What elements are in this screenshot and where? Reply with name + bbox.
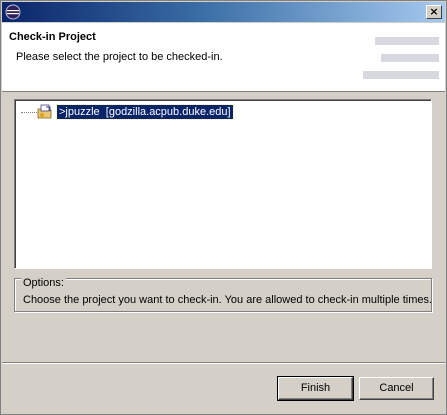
cancel-button[interactable]: Cancel	[359, 377, 434, 400]
button-separator	[2, 362, 445, 364]
options-group: Options: Choose the project you want to …	[14, 278, 432, 312]
options-description: Choose the project you want to check-in.…	[23, 294, 433, 306]
project-folder-icon	[37, 104, 52, 119]
options-legend: Options:	[21, 277, 66, 289]
wizard-banner-graphic	[363, 37, 439, 83]
header-message: Please select the project to be checked-…	[16, 51, 223, 63]
project-node-label[interactable]: >jpuzzle [godzilla.acpub.duke.edu]	[56, 104, 234, 120]
tree-connector-line	[21, 112, 37, 113]
close-button[interactable]: ×	[426, 5, 442, 19]
tree-item[interactable]: >jpuzzle [godzilla.acpub.duke.edu]	[21, 104, 281, 120]
check-in-dialog: × Check-in Project Please select the pro…	[0, 0, 447, 415]
project-tree[interactable]: >jpuzzle [godzilla.acpub.duke.edu]	[14, 99, 432, 269]
title-bar[interactable]: ×	[2, 2, 445, 22]
finish-button[interactable]: Finish	[277, 376, 354, 401]
page-title: Check-in Project	[9, 31, 96, 43]
eclipse-icon	[5, 4, 21, 20]
dialog-header: Check-in Project Please select the proje…	[2, 23, 445, 92]
